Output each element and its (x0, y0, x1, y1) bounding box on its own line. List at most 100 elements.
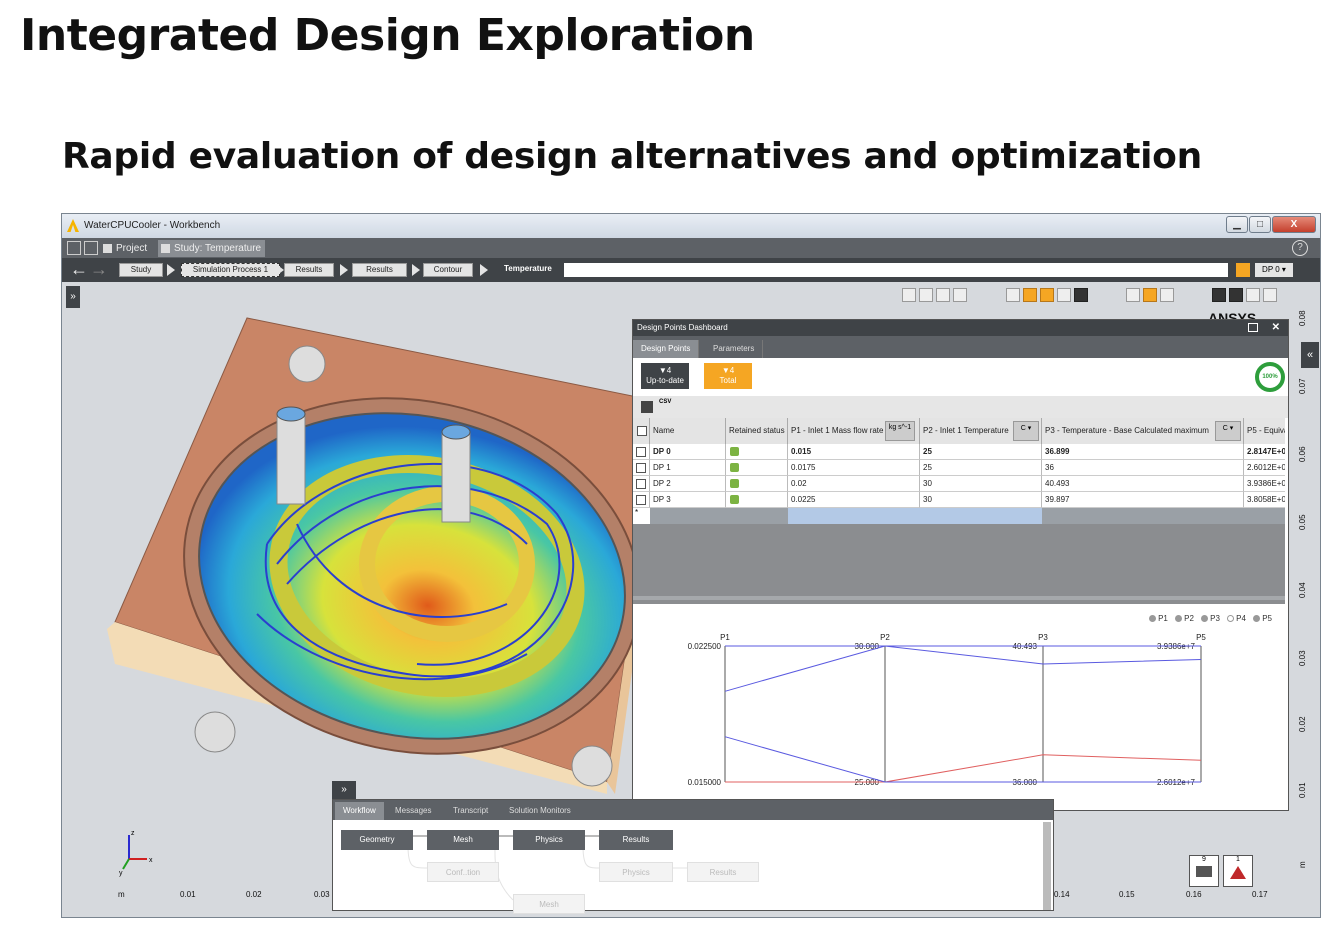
tab-project[interactable]: Project (100, 240, 151, 257)
expand-left-panel-button[interactable]: » (66, 286, 80, 308)
row-selector[interactable] (633, 492, 650, 508)
select-edge-icon[interactable] (1246, 288, 1260, 302)
view-front-icon[interactable] (902, 288, 916, 302)
cell-retained[interactable] (726, 444, 788, 460)
node-results-ghost[interactable]: Results (687, 862, 759, 882)
csv-export-icon[interactable]: CSV (659, 399, 671, 405)
crumb-simulation-process[interactable]: Simulation Process 1 (181, 263, 280, 277)
filter-up-to-date[interactable]: ▼4 Up-to-date (641, 363, 689, 389)
new-row-cell[interactable] (650, 508, 788, 524)
row-selector[interactable] (633, 460, 650, 476)
view-top-icon[interactable] (919, 288, 933, 302)
row-checkbox[interactable] (636, 479, 646, 489)
select-all-header[interactable] (633, 418, 650, 444)
maximize-button[interactable]: □ (1249, 216, 1271, 233)
close-button[interactable]: X (1272, 216, 1316, 233)
cell-name[interactable]: DP 3 (650, 492, 726, 508)
collapse-workflow-button[interactable]: » (332, 781, 356, 799)
horizontal-scrollbar[interactable] (633, 596, 1285, 600)
select-body-icon[interactable] (1263, 288, 1277, 302)
p3-unit-selector[interactable]: C ▾ (1215, 421, 1241, 441)
cell-p3[interactable]: 40.493 (1042, 476, 1244, 492)
layout-4-icon[interactable] (1057, 288, 1071, 302)
cell-p1[interactable]: 0.0225 (788, 492, 920, 508)
cell-p2[interactable]: 30 (920, 492, 1042, 508)
row-checkbox[interactable] (636, 463, 646, 473)
close-panel-icon[interactable]: ✕ (1272, 320, 1280, 336)
cell-p3[interactable]: 36.899 (1042, 444, 1244, 460)
view-iso-icon[interactable] (953, 288, 967, 302)
fullscreen-icon[interactable] (1160, 288, 1174, 302)
column-header-name[interactable]: Name (650, 418, 726, 444)
cell-p1[interactable]: 0.0175 (788, 460, 920, 476)
tab-parameters[interactable]: Parameters (705, 340, 764, 358)
cell-p2[interactable]: 25 (920, 444, 1042, 460)
select-face-icon[interactable] (1229, 288, 1243, 302)
save-icon[interactable] (84, 241, 98, 255)
node-physics[interactable]: Physics (513, 830, 585, 850)
forward-arrow-icon[interactable]: → (90, 260, 108, 278)
node-mesh-ghost[interactable]: Mesh (513, 894, 585, 914)
new-row-cell[interactable] (788, 508, 1042, 524)
column-header-p3[interactable]: P3 - Temperature - Base Calculated maxim… (1042, 418, 1244, 444)
dp-selector[interactable]: DP 0 ▾ (1255, 263, 1293, 277)
menu-icon[interactable] (67, 241, 81, 255)
select-point-icon[interactable] (1212, 288, 1226, 302)
tab-workflow[interactable]: Workflow (335, 802, 384, 820)
cell-p3[interactable]: 39.897 (1042, 492, 1244, 508)
new-row-marker[interactable]: * (633, 508, 650, 524)
cell-name[interactable]: DP 1 (650, 460, 726, 476)
cell-name[interactable]: DP 2 (650, 476, 726, 492)
cell-p5[interactable]: 2.8147E+07 (1244, 444, 1285, 460)
row-selector[interactable] (633, 476, 650, 492)
row-selector[interactable] (633, 444, 650, 460)
cell-p2[interactable]: 30 (920, 476, 1042, 492)
zoom-fit-icon[interactable] (1126, 288, 1140, 302)
layout-1-icon[interactable] (1006, 288, 1020, 302)
node-mesh[interactable]: Mesh (427, 830, 499, 850)
node-geometry[interactable]: Geometry (341, 830, 413, 850)
cell-p5[interactable]: 3.8058E+07 (1244, 492, 1285, 508)
layout-3-icon[interactable] (1040, 288, 1054, 302)
tab-messages[interactable]: Messages (387, 802, 439, 820)
messages-indicator[interactable]: 9 (1189, 855, 1219, 887)
cell-p5[interactable]: 2.6012E+07 (1244, 460, 1285, 476)
workflow-scrollbar[interactable] (1043, 822, 1051, 910)
row-checkbox[interactable] (636, 447, 646, 457)
filter-total[interactable]: ▼4 Total (704, 363, 752, 389)
cell-retained[interactable] (726, 460, 788, 476)
tab-transcript[interactable]: Transcript (445, 802, 496, 820)
cell-p2[interactable]: 25 (920, 460, 1042, 476)
help-icon[interactable]: ? (1292, 240, 1308, 256)
table-icon[interactable] (641, 401, 653, 413)
cell-name[interactable]: DP 0 (650, 444, 726, 460)
cell-retained[interactable] (726, 476, 788, 492)
tab-design-points[interactable]: Design Points (633, 340, 700, 358)
crumb-results-2[interactable]: Results (352, 263, 407, 277)
node-results[interactable]: Results (599, 830, 673, 850)
tab-study-temperature[interactable]: Study: Temperature (158, 240, 266, 257)
crumb-study[interactable]: Study (119, 263, 163, 277)
view-right-icon[interactable] (936, 288, 950, 302)
maximize-panel-icon[interactable] (1248, 323, 1258, 332)
p1-unit-selector[interactable]: kg s^-1 (885, 421, 915, 441)
cell-p1[interactable]: 0.015 (788, 444, 920, 460)
layout-5-icon[interactable] (1074, 288, 1088, 302)
dp-status-icon[interactable] (1236, 263, 1250, 277)
cell-retained[interactable] (726, 492, 788, 508)
cell-p1[interactable]: 0.02 (788, 476, 920, 492)
p2-unit-selector[interactable]: C ▾ (1013, 421, 1039, 441)
crumb-contour[interactable]: Contour (423, 263, 473, 277)
cell-p5[interactable]: 3.9386E+07 (1244, 476, 1285, 492)
node-configuration-ghost[interactable]: Conf..tion (427, 862, 499, 882)
minimize-button[interactable]: ▁ (1226, 216, 1248, 233)
layout-2-icon[interactable] (1023, 288, 1037, 302)
row-checkbox[interactable] (636, 495, 646, 505)
zoom-box-icon[interactable] (1143, 288, 1157, 302)
column-header-p5[interactable]: P5 - Equiva (1244, 418, 1285, 444)
column-header-retained[interactable]: Retained status (726, 418, 788, 444)
crumb-results-1[interactable]: Results (284, 263, 334, 277)
cell-p3[interactable]: 36 (1042, 460, 1244, 476)
select-all-checkbox[interactable] (637, 426, 647, 436)
new-row-cell[interactable] (1042, 508, 1285, 524)
